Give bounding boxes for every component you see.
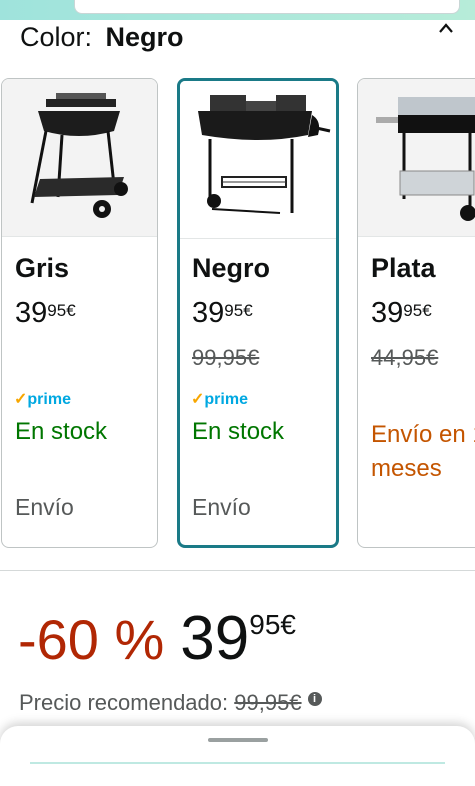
search-box[interactable] <box>74 0 460 14</box>
swatch-card-gris[interactable]: Gris 3995€ ✓prime En stock Envío <box>1 78 158 548</box>
swatch-name: Gris <box>15 253 70 283</box>
swatch-card-negro[interactable]: Negro 3995€ 99,95€ ✓prime En stock Envío <box>177 78 339 548</box>
color-selector-header: Color: Negro <box>20 22 184 53</box>
product-image-negro <box>180 81 336 238</box>
discount-percent: -60 % <box>18 608 165 671</box>
bottom-sheet[interactable] <box>0 726 475 786</box>
prime-badge: ✓prime <box>191 391 248 408</box>
shipping-label: Envío <box>15 494 74 520</box>
color-label: Color: <box>20 22 93 52</box>
swatch-list-price: 99,95€ <box>192 345 260 370</box>
chevron-up-icon[interactable] <box>437 20 455 38</box>
info-icon[interactable]: i <box>307 692 322 706</box>
drag-handle[interactable] <box>208 738 268 742</box>
section-divider <box>0 570 475 571</box>
recommended-price: Precio recomendado: 99,95€ i <box>19 690 322 716</box>
main-price: -60 % 3995€ <box>18 603 296 673</box>
stock-status: En stock <box>192 418 285 445</box>
color-swatch-carousel[interactable]: Gris 3995€ ✓prime En stock Envío Negro 3… <box>0 76 475 552</box>
swatch-name: Plata <box>371 253 436 283</box>
swatch-list-price: 44,95€ <box>371 345 439 370</box>
price-value: 3995€ <box>180 604 296 673</box>
product-image-gris <box>2 79 157 236</box>
shipping-label: Envío <box>192 494 251 520</box>
sheet-accent-line <box>30 762 445 764</box>
stock-status: Envío en 1 a 7 meses <box>371 421 475 482</box>
swatch-price: 3995€ <box>192 297 253 329</box>
swatch-name: Negro <box>192 253 271 283</box>
recommended-price-label: Precio recomendado: <box>19 690 229 715</box>
recommended-price-value: 99,95€ <box>234 690 302 715</box>
stock-status: En stock <box>15 418 108 445</box>
product-image-plata <box>358 79 475 236</box>
swatch-card-plata[interactable]: Plata 3995€ 44,95€ Envío en 1 a 7 meses <box>357 78 475 548</box>
swatch-price: 3995€ <box>371 297 432 329</box>
swatch-price: 3995€ <box>15 297 76 329</box>
color-selected-value: Negro <box>105 22 184 52</box>
prime-badge: ✓prime <box>14 391 71 408</box>
